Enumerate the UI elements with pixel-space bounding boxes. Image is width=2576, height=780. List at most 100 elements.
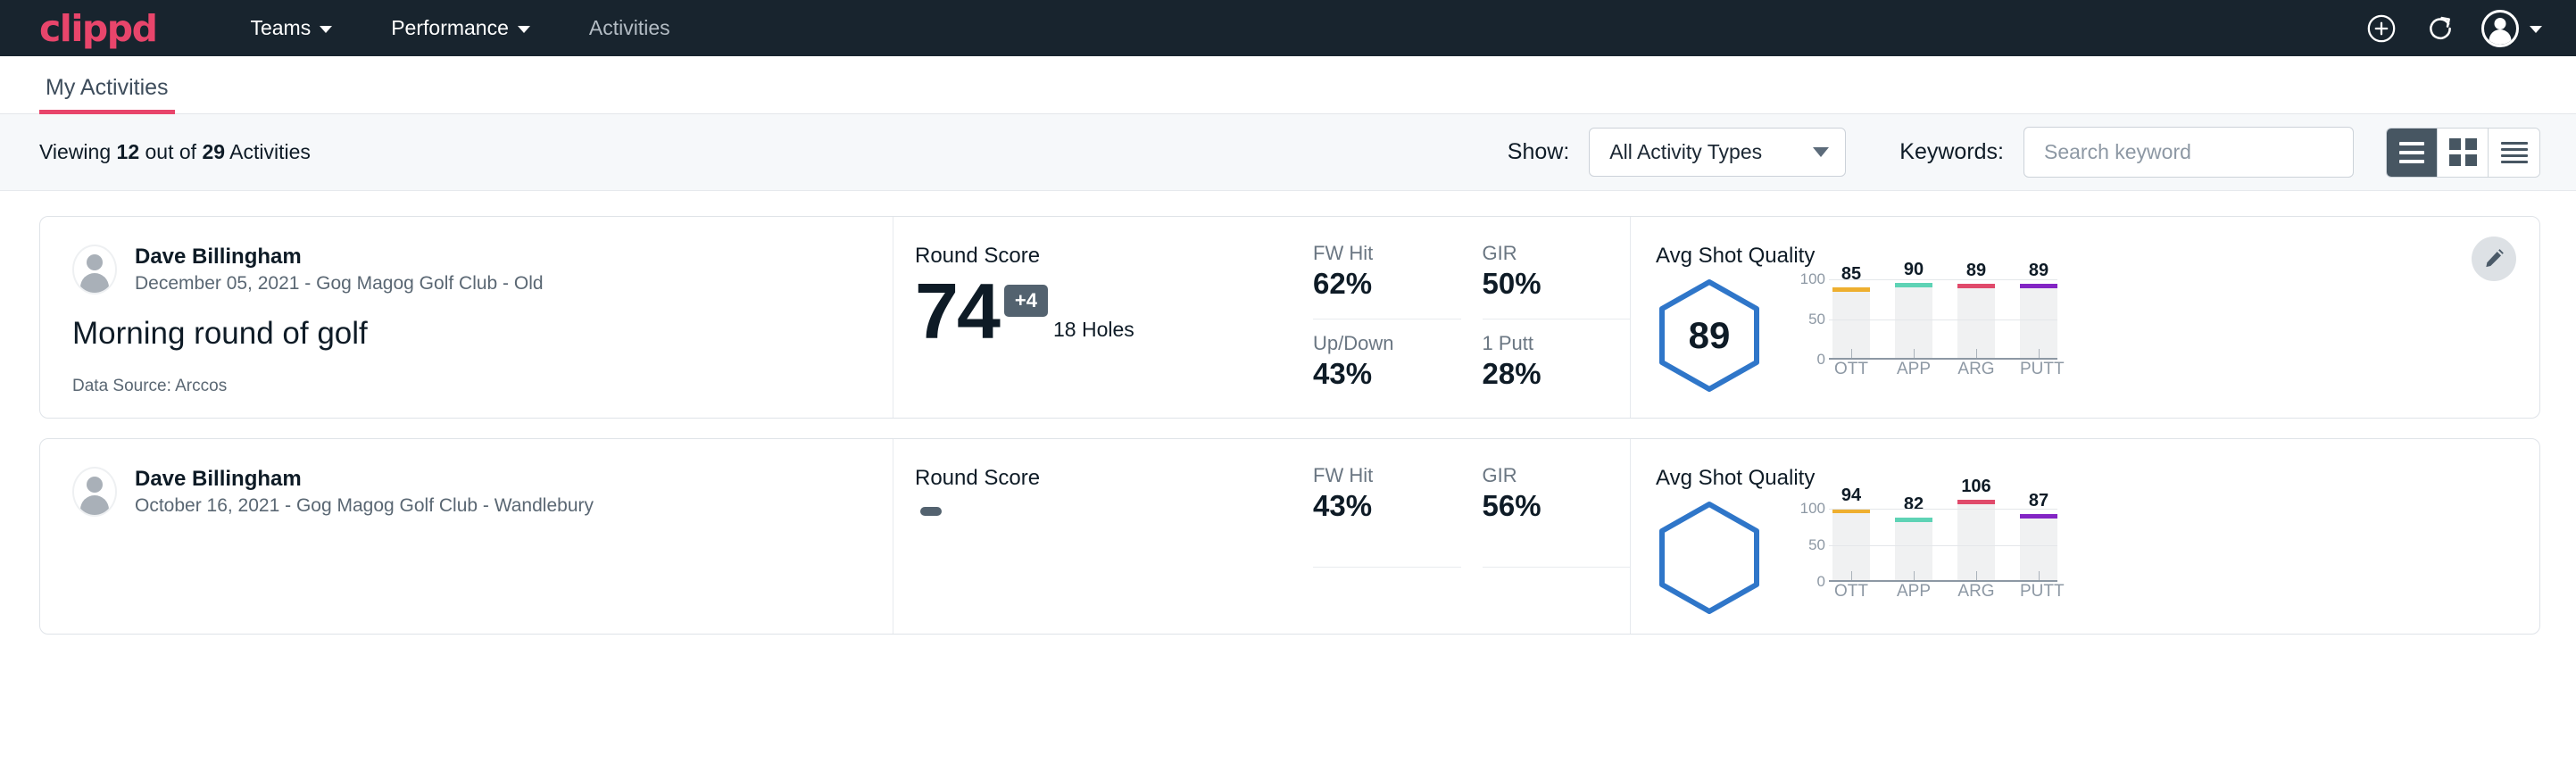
avg-shot-quality-panel: Avg Shot Quality 89 050100 85908989 OTTA… xyxy=(1631,217,2539,418)
refresh-icon xyxy=(2425,13,2456,44)
round-score-value: 74 xyxy=(915,272,999,351)
nav-item-performance-label: Performance xyxy=(391,16,509,40)
round-stats: FW Hit 62% GIR 50% Up/Down 43% 1 Putt 28… xyxy=(1313,217,1630,418)
activity-type-select[interactable]: All Activity Types xyxy=(1589,128,1846,177)
chart-bar-cap xyxy=(1832,287,1870,292)
activity-type-select-value: All Activity Types xyxy=(1609,140,1762,164)
nav-item-teams[interactable]: Teams xyxy=(220,16,361,40)
chart-x-label: APP xyxy=(1895,582,1932,605)
tab-my-activities-label: My Activities xyxy=(46,75,169,100)
viewing-count: 12 xyxy=(117,140,140,163)
top-navbar: clippd Teams Performance Activities xyxy=(0,0,2576,56)
chart-bar-column: 82 xyxy=(1895,502,1932,582)
viewing-summary: Viewing 12 out of 29 Activities xyxy=(39,140,311,164)
brand-logo[interactable]: clippd xyxy=(39,7,156,50)
avg-shot-quality-hex: 89 xyxy=(1656,278,1763,394)
chart-bar-column: 94 xyxy=(1832,502,1870,582)
chart-gridline xyxy=(1829,545,2057,546)
chart-bar-value: 82 xyxy=(1904,494,1924,515)
chart-x-label: OTT xyxy=(1832,582,1870,605)
chart-bar-cap xyxy=(1895,518,1932,522)
round-score-row xyxy=(915,494,1313,516)
avg-shot-quality-label: Avg Shot Quality xyxy=(1656,466,2486,491)
show-label: Show: xyxy=(1508,139,1569,165)
nav-item-activities-label: Activities xyxy=(589,16,670,40)
holes-played: 18 Holes xyxy=(1053,318,1134,342)
chart-gridline xyxy=(1829,509,2057,510)
shot-quality-bar-chart: 050100 948210687 OTTAPPARGPUTT xyxy=(1799,502,2057,605)
primary-nav: Teams Performance Activities xyxy=(220,16,699,40)
viewing-middle: out of xyxy=(139,140,202,163)
navbar-actions xyxy=(2364,10,2542,47)
account-menu[interactable] xyxy=(2481,10,2542,47)
search-field-wrapper[interactable] xyxy=(2023,127,2354,178)
viewing-suffix: Activities xyxy=(225,140,311,163)
account-circle-icon xyxy=(2481,10,2519,47)
edit-activity-button[interactable] xyxy=(2472,236,2516,281)
round-score-row: 74 +4 18 Holes xyxy=(915,272,1313,351)
activity-card[interactable]: Dave Billingham October 16, 2021 - Gog M… xyxy=(39,438,2540,635)
round-score-panel: Round Score xyxy=(893,439,1313,634)
filter-bar: Viewing 12 out of 29 Activities Show: Al… xyxy=(0,114,2576,191)
stat-label: FW Hit xyxy=(1313,242,1440,265)
chart-plot-area: 948210687 xyxy=(1832,502,2057,582)
activity-card[interactable]: Dave Billingham December 05, 2021 - Gog … xyxy=(39,216,2540,419)
tab-my-activities[interactable]: My Activities xyxy=(39,75,175,113)
refresh-button[interactable] xyxy=(2422,11,2458,46)
chart-y-axis: 050100 xyxy=(1799,502,1829,605)
activity-card-summary: Dave Billingham October 16, 2021 - Gog M… xyxy=(40,439,893,634)
grid-view-button[interactable] xyxy=(2438,129,2489,177)
avg-shot-quality-panel: Avg Shot Quality 050100 948210687 OTTAPP… xyxy=(1631,439,2539,634)
nav-item-teams-label: Teams xyxy=(250,16,311,40)
grid-icon xyxy=(2449,138,2477,166)
stat-label: FW Hit xyxy=(1313,464,1440,487)
list-icon xyxy=(2399,142,2424,163)
stat-label: Up/Down xyxy=(1313,332,1440,355)
stat-up-down: Up/Down 43% xyxy=(1313,332,1461,396)
filter-controls: Show: All Activity Types Keywords: xyxy=(1508,127,2540,178)
chart-y-tick: 50 xyxy=(1808,311,1825,328)
chart-x-label: OTT xyxy=(1832,360,1870,383)
chart-bar-value: 94 xyxy=(1841,485,1861,506)
chart-bar-value: 89 xyxy=(1966,261,1986,281)
compact-view-button[interactable] xyxy=(2489,129,2539,177)
player-row: Dave Billingham December 05, 2021 - Gog … xyxy=(72,244,860,295)
score-to-par-badge xyxy=(920,507,942,516)
stat-label: GIR xyxy=(1483,242,1609,265)
chart-x-label: PUTT xyxy=(2020,360,2057,383)
chart-gridline xyxy=(1829,319,2057,320)
tab-bar: My Activities xyxy=(0,56,2576,114)
chevron-down-icon xyxy=(1813,147,1829,157)
avg-shot-quality-row: 89 050100 85908989 OTTAPPARGPUTT xyxy=(1656,272,2486,394)
activity-card-summary: Dave Billingham December 05, 2021 - Gog … xyxy=(40,217,893,418)
view-mode-toggle-group xyxy=(2386,128,2540,178)
chart-y-tick: 0 xyxy=(1817,351,1825,369)
pencil-icon xyxy=(2482,247,2505,270)
chart-bar-value: 90 xyxy=(1904,260,1924,280)
add-button[interactable] xyxy=(2364,11,2399,46)
list-view-button[interactable] xyxy=(2387,129,2438,177)
chart-bar-cap xyxy=(1895,283,1932,287)
detail-list-icon xyxy=(2501,142,2528,163)
search-input[interactable] xyxy=(2044,140,2333,164)
chart-x-labels: OTTAPPARGPUTT xyxy=(1832,582,2057,605)
stat-value: 62% xyxy=(1313,267,1440,301)
chart-bars: 948210687 xyxy=(1832,502,2057,582)
stat-label: 1 Putt xyxy=(1483,332,1609,355)
chart-bar-cap xyxy=(1957,284,1995,288)
chart-x-labels: OTT APP ARG PUTT xyxy=(1832,360,2057,383)
stat-value: 43% xyxy=(1313,357,1440,391)
nav-item-activities[interactable]: Activities xyxy=(560,16,700,40)
chart-bar xyxy=(1957,504,1995,582)
chart-x-label: APP xyxy=(1895,360,1932,383)
player-row: Dave Billingham October 16, 2021 - Gog M… xyxy=(72,466,860,517)
chart-bar-value: 89 xyxy=(2029,261,2048,281)
stat-gir: GIR 56% xyxy=(1483,464,1631,568)
stat-label: GIR xyxy=(1483,464,1609,487)
avg-shot-quality-label: Avg Shot Quality xyxy=(1656,244,2486,269)
nav-item-performance[interactable]: Performance xyxy=(361,16,560,40)
shot-quality-bar-chart: 050100 85908989 OTTAPPARGPUTT xyxy=(1799,279,2057,383)
chart-x-label: ARG xyxy=(1957,360,1995,383)
score-to-par-badge: +4 xyxy=(1004,285,1048,317)
avg-shot-quality-value xyxy=(1656,500,1763,616)
